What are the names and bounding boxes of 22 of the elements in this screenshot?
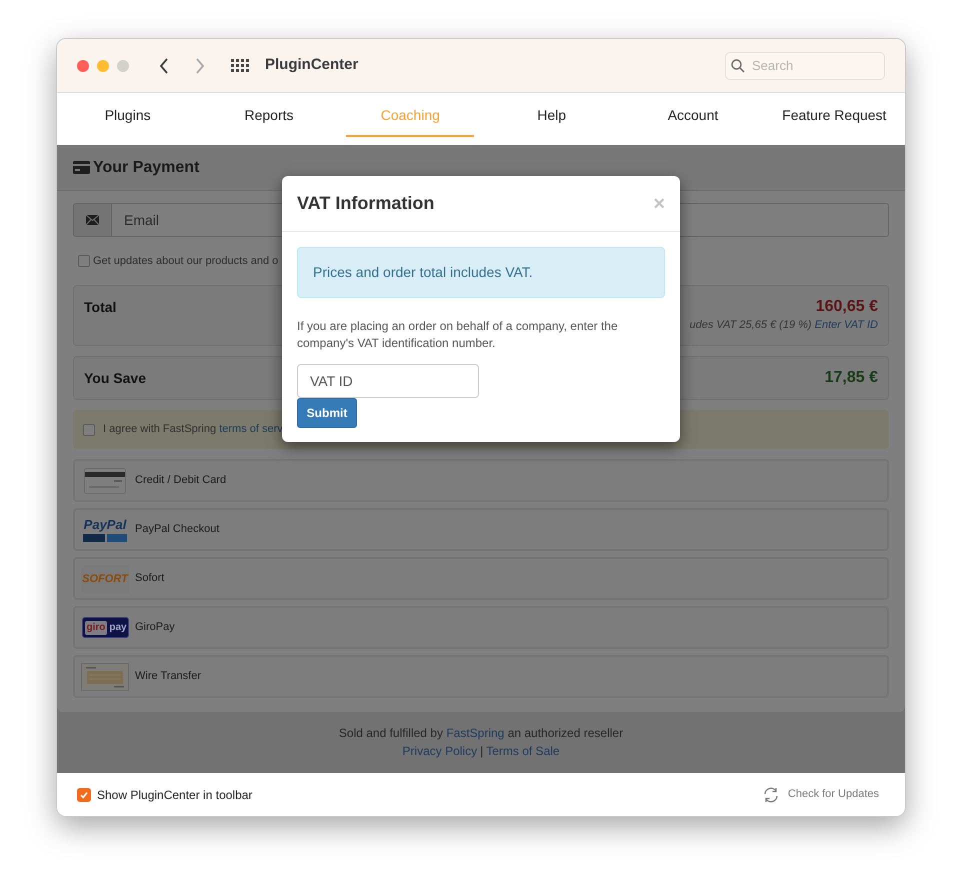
- savings-amount: 17,85 €: [824, 368, 878, 388]
- vat-alert: Prices and order total includes VAT.: [297, 247, 665, 298]
- payment-method-label: Credit / Debit Card: [135, 473, 226, 488]
- seller-note: Sold and fulfilled by FastSpring an authorized reseller: [338, 725, 624, 742]
- payment-method-label: GiroPay: [135, 620, 175, 636]
- giropay-logo: giro pay: [82, 617, 128, 638]
- paypal-logo: PayPal: [82, 518, 128, 542]
- window-title: PluginCenter: [265, 55, 358, 76]
- link-separator: |: [480, 743, 484, 760]
- terms-label: I agree with FastSpring terms of serv: [103, 422, 283, 438]
- total-amount: 160,65 €: [816, 297, 878, 317]
- panel-title: Your Payment: [93, 158, 200, 178]
- dialog-title: VAT Information: [297, 192, 434, 215]
- vat-instructions: If you are placing an order on behalf of a company, enter the company's VAT identification number.: [297, 318, 619, 352]
- payment-method-label: PayPal Checkout: [135, 522, 220, 538]
- vat-note: udes VAT 25,65 € (19 %) Enter VAT ID: [689, 318, 878, 333]
- savings-label: You Save: [84, 368, 146, 388]
- toolbar-option-label: Show PluginCenter in toolbar: [97, 786, 252, 804]
- updates-label: Get updates about our products and o: [93, 254, 278, 269]
- payment-method-label: Sofort: [135, 571, 164, 586]
- payment-method-label: Wire Transfer: [135, 669, 202, 684]
- total-label: Total: [84, 298, 116, 315]
